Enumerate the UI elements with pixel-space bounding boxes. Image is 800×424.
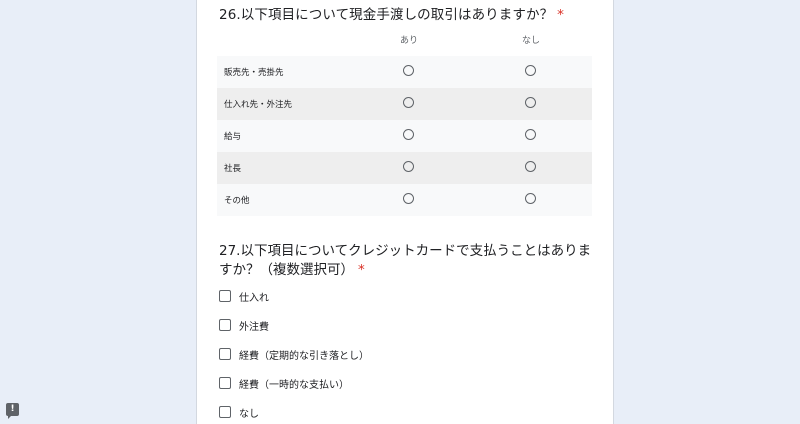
question-27-title: 27.以下項目についてクレジットカードで支払うことはありますか？（複数選択可） *	[219, 242, 599, 280]
grid-column-header-ari: あり	[399, 36, 418, 46]
question-26-text: 26.以下項目について現金手渡しの取引はありますか？	[219, 7, 554, 23]
radio-nashi[interactable]	[525, 129, 536, 140]
radio-ari[interactable]	[403, 129, 414, 140]
checkbox[interactable]	[219, 319, 231, 331]
checkbox[interactable]	[219, 348, 231, 360]
checkbox[interactable]	[219, 290, 231, 302]
radio-nashi[interactable]	[525, 161, 536, 172]
grid-row: 社長	[217, 152, 592, 184]
grid-row-label: 仕入れ先・外注先	[224, 100, 293, 110]
report-feedback-icon[interactable]: !	[6, 403, 19, 419]
radio-ari[interactable]	[403, 65, 414, 76]
radio-nashi[interactable]	[525, 97, 536, 108]
checkbox[interactable]	[219, 377, 231, 389]
grid-row-label: 販売先・売掛先	[224, 68, 284, 78]
question-27-text: 27.以下項目についてクレジットカードで支払うことはありますか？（複数選択可）	[219, 243, 592, 278]
checkbox-label: 仕入れ	[239, 293, 269, 304]
grid-row-label: その他	[224, 196, 250, 206]
radio-ari[interactable]	[403, 97, 414, 108]
form-card: 26.以下項目について現金手渡しの取引はありますか？ * あり なし 販売先・売掛…	[196, 0, 614, 424]
grid-row: 仕入れ先・外注先	[217, 88, 592, 120]
grid-row: その他	[217, 184, 592, 216]
radio-nashi[interactable]	[525, 65, 536, 76]
choice-grid: 販売先・売掛先 仕入れ先・外注先 給与 社長 その他	[217, 56, 592, 216]
checkbox-label: なし	[239, 409, 259, 420]
radio-nashi[interactable]	[525, 193, 536, 204]
required-asterisk: *	[358, 262, 365, 278]
grid-row: 販売先・売掛先	[217, 56, 592, 88]
grid-row: 給与	[217, 120, 592, 152]
checkbox-label: 外注費	[239, 322, 269, 333]
checkbox-label: 経費（一時的な支払い）	[239, 380, 349, 391]
grid-row-label: 社長	[224, 164, 242, 174]
radio-ari[interactable]	[403, 193, 414, 204]
checkbox[interactable]	[219, 406, 231, 418]
grid-column-header-nashi: なし	[521, 36, 540, 46]
checkbox-label: 経費（定期的な引き落とし）	[239, 351, 369, 362]
radio-ari[interactable]	[403, 161, 414, 172]
required-asterisk: *	[557, 7, 565, 23]
grid-row-label: 給与	[224, 132, 242, 142]
question-26-title: 26.以下項目について現金手渡しの取引はありますか？ *	[219, 6, 564, 25]
